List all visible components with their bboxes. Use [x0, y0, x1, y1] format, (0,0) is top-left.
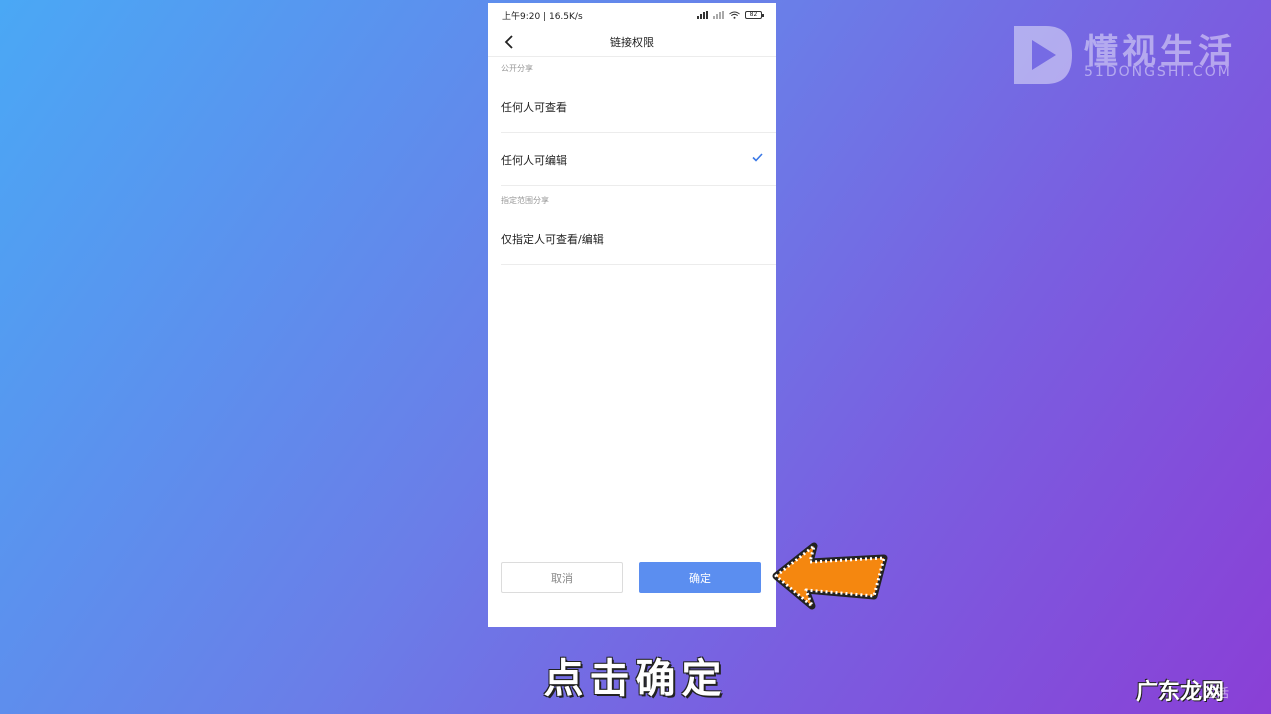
option-label: 仅指定人可查看/编辑 [501, 232, 604, 246]
option-label: 任何人可查看 [501, 100, 567, 114]
divider [501, 185, 776, 186]
section-label-scoped: 指定范围分享 [501, 196, 549, 205]
corner-watermark-sub: 生活 [1205, 686, 1230, 700]
play-logo-icon [1014, 26, 1072, 84]
option-label: 任何人可编辑 [501, 153, 567, 167]
status-bar: 上午9:20 | 16.5K/s 82 [488, 3, 776, 27]
nav-bar: 链接权限 [488, 27, 776, 57]
logo-sub: 51DONGSHI.COM [1084, 64, 1232, 80]
wifi-icon [729, 11, 740, 19]
status-time-speed: 上午9:20 | 16.5K/s [502, 11, 583, 22]
pointer-arrow-icon [772, 542, 888, 610]
caption: 点击确定 [543, 656, 728, 702]
page-title: 链接权限 [610, 35, 654, 49]
chevron-left-icon [504, 35, 513, 49]
back-button[interactable] [498, 31, 520, 53]
brand-logo: 懂视生活 51DONGSHI.COM [1010, 22, 1250, 88]
option-specified[interactable]: 仅指定人可查看/编辑 [488, 212, 776, 265]
divider [501, 264, 776, 265]
signal-weak-icon [713, 11, 724, 19]
battery-icon: 82 [745, 11, 764, 19]
signal-icon [697, 11, 708, 19]
phone-screen: 上午9:20 | 16.5K/s 82 链接权限 公开分享 任何人可查看 任何人… [488, 3, 776, 627]
confirm-button[interactable]: 确定 [639, 562, 761, 593]
option-anyone-view[interactable]: 任何人可查看 [488, 80, 776, 133]
checkmark-icon [752, 153, 763, 162]
section-label-public: 公开分享 [501, 64, 533, 73]
cancel-button[interactable]: 取消 [501, 562, 623, 593]
option-anyone-edit[interactable]: 任何人可编辑 [488, 133, 776, 186]
status-icons: 82 [697, 11, 764, 19]
